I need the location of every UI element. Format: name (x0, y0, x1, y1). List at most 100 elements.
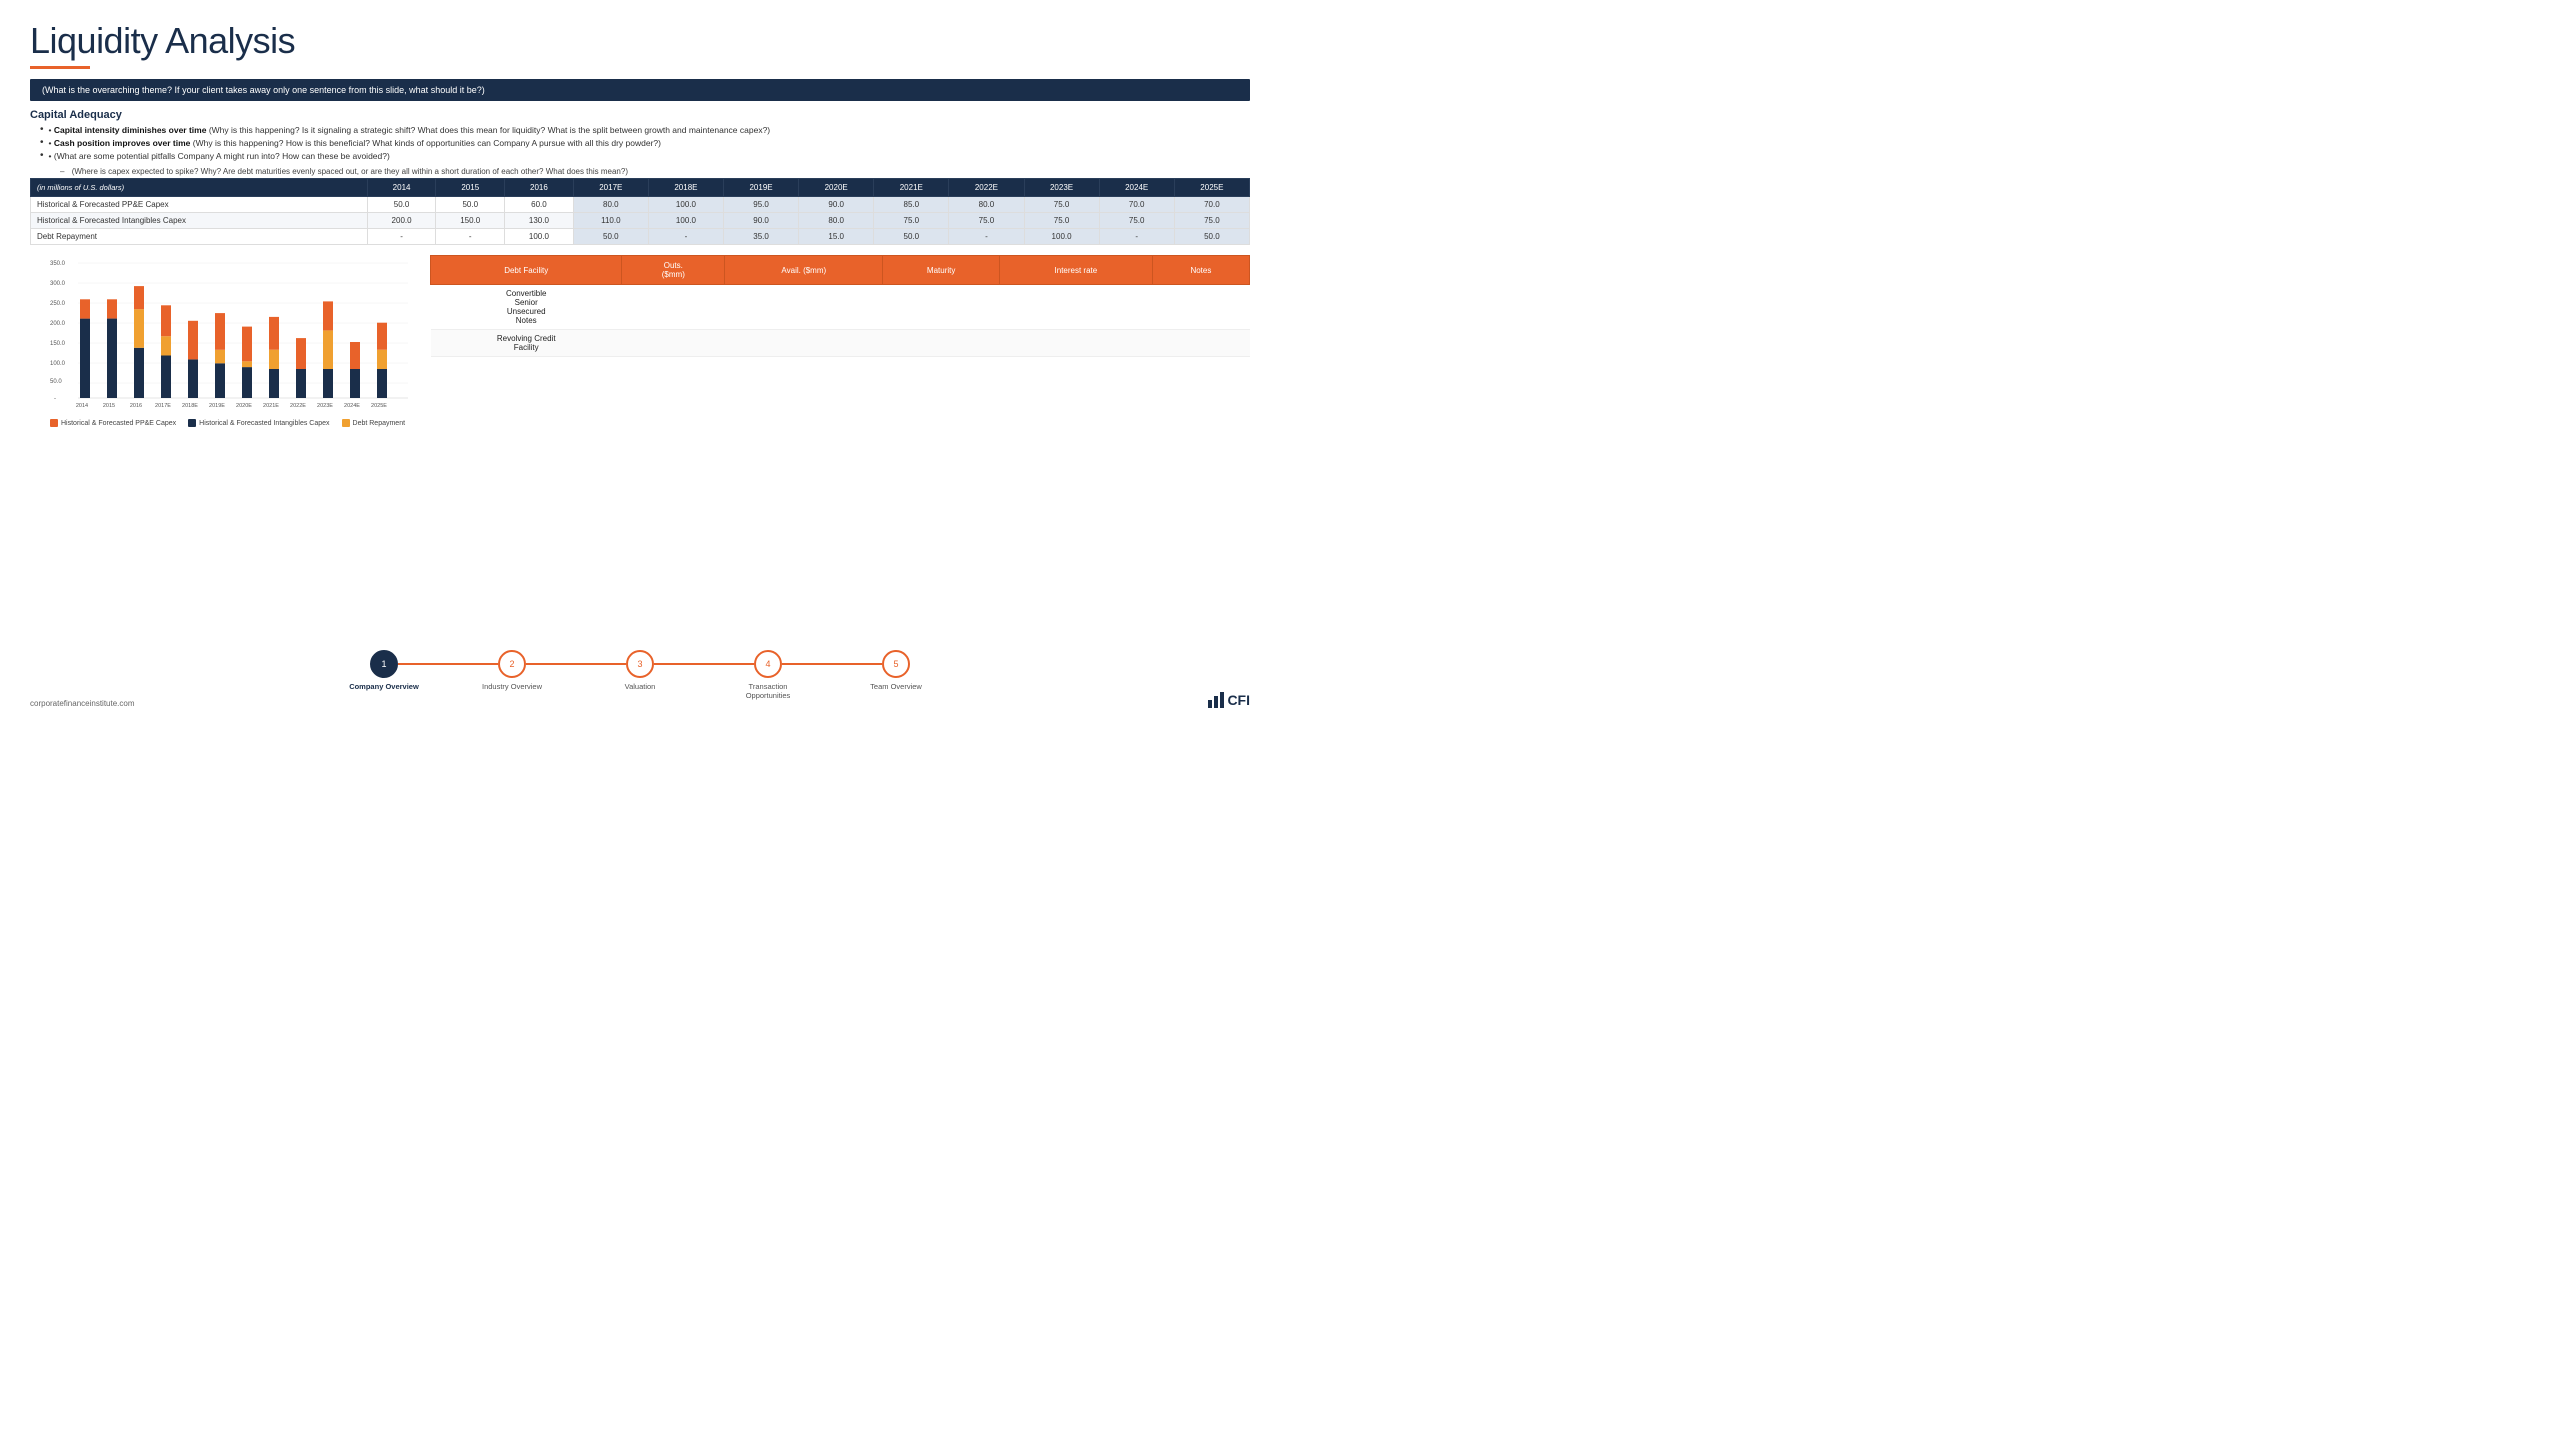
table-header-2018E: 2018E (648, 179, 723, 197)
table-header-2024E: 2024E (1099, 179, 1174, 197)
table-cell: 100.0 (505, 229, 574, 245)
cfi-bar-1 (1208, 700, 1212, 708)
table-cell-label: Debt Repayment (31, 229, 368, 245)
svg-text:2015: 2015 (103, 403, 115, 409)
timeline-label-5: Team Overview (832, 682, 960, 700)
debt-avail-1 (725, 285, 883, 330)
svg-text:2022E: 2022E (290, 403, 306, 409)
table-cell: 150.0 (436, 213, 505, 229)
table-cell: 95.0 (724, 197, 799, 213)
debt-header-facility: Debt Facility (431, 256, 622, 285)
table-header-2017E: 2017E (573, 179, 648, 197)
timeline-circle-5[interactable]: 5 (882, 650, 910, 678)
table-cell: - (367, 229, 436, 245)
debt-rate-1 (999, 285, 1152, 330)
table-header-2019E: 2019E (724, 179, 799, 197)
timeline-circle-1[interactable]: 1 (370, 650, 398, 678)
table-header-2015: 2015 (436, 179, 505, 197)
table-cell: 75.0 (1024, 197, 1099, 213)
debt-section: Debt Facility Outs.($mm) Avail. ($mm) Ma… (430, 255, 1250, 427)
debt-notes-2 (1152, 330, 1249, 357)
svg-text:200.0: 200.0 (50, 321, 66, 327)
debt-rate-2 (999, 330, 1152, 357)
timeline-step-5: 5 (882, 650, 910, 678)
debt-header-maturity: Maturity (883, 256, 999, 285)
facility-name-1: ConvertibleSeniorUnsecuredNotes (431, 285, 622, 330)
table-header-label: (in millions of U.S. dollars) (31, 179, 368, 197)
footer: corporatefinanceinstitute.com (30, 699, 135, 708)
table-cell: - (648, 229, 723, 245)
svg-text:2018E: 2018E (182, 403, 198, 409)
debt-maturity-1 (883, 285, 999, 330)
table-cell-label: Historical & Forecasted Intangibles Cape… (31, 213, 368, 229)
table-header-2014: 2014 (367, 179, 436, 197)
bullet-item-2: • Cash position improves over time (Why … (40, 138, 1250, 148)
svg-text:2016: 2016 (130, 403, 142, 409)
debt-notes-1 (1152, 285, 1249, 330)
debt-header-avail: Avail. ($mm) (725, 256, 883, 285)
table-cell: 100.0 (648, 197, 723, 213)
timeline-circle-2[interactable]: 2 (498, 650, 526, 678)
table-cell: 75.0 (874, 213, 949, 229)
table-cell: - (949, 229, 1024, 245)
timeline-labels: Company Overview Industry Overview Valua… (320, 682, 960, 700)
table-cell: 35.0 (724, 229, 799, 245)
svg-text:150.0: 150.0 (50, 341, 66, 347)
debt-header-notes: Notes (1152, 256, 1249, 285)
timeline-label-4: TransactionOpportunities (704, 682, 832, 700)
debt-avail-2 (725, 330, 883, 357)
sub-bullet-item-1: (Where is capex expected to spike? Why? … (60, 167, 1250, 176)
timeline-line-2 (526, 663, 626, 665)
bullet-item-3: • (What are some potential pitfalls Comp… (40, 151, 1250, 161)
table-cell: 80.0 (799, 213, 874, 229)
svg-text:2019E: 2019E (209, 403, 225, 409)
svg-text:350.0: 350.0 (50, 261, 66, 267)
svg-text:250.0: 250.0 (50, 301, 66, 307)
table-cell: 75.0 (1099, 213, 1174, 229)
table-cell: 70.0 (1099, 197, 1174, 213)
table-cell: 50.0 (573, 229, 648, 245)
table-cell: 110.0 (573, 213, 648, 229)
table-header-2021E: 2021E (874, 179, 949, 197)
timeline-step-3: 3 (626, 650, 654, 678)
timeline-circle-3[interactable]: 3 (626, 650, 654, 678)
table-cell: 15.0 (799, 229, 874, 245)
chart-legend: Historical & Forecasted PP&E Capex Histo… (50, 419, 410, 427)
debt-outs-2 (622, 330, 725, 357)
table-row: Historical & Forecasted PP&E Capex50.050… (31, 197, 1250, 213)
table-cell: 100.0 (1024, 229, 1099, 245)
table-cell: 200.0 (367, 213, 436, 229)
table-row: Debt Repayment--100.050.0-35.015.050.0-1… (31, 229, 1250, 245)
legend-color-intang (188, 419, 196, 427)
svg-text:2024E: 2024E (344, 403, 360, 409)
section-title: Capital Adequacy (30, 109, 1250, 121)
timeline-circle-4[interactable]: 4 (754, 650, 782, 678)
svg-text:-: - (54, 396, 56, 402)
table-cell: 75.0 (1174, 213, 1249, 229)
chart-container: 350.0 300.0 250.0 200.0 150.0 100.0 50.0… (30, 255, 410, 415)
facility-name-2: Revolving CreditFacility (431, 330, 622, 357)
svg-text:2021E: 2021E (263, 403, 279, 409)
bullet-list: • Capital intensity diminishes over time… (40, 125, 1250, 161)
table-header-2016: 2016 (505, 179, 574, 197)
table-header-2023E: 2023E (1024, 179, 1099, 197)
table-cell: 75.0 (949, 213, 1024, 229)
table-cell: - (1099, 229, 1174, 245)
cfi-text: CFI (1227, 692, 1250, 708)
timeline-label-2: Industry Overview (448, 682, 576, 700)
debt-header-rate: Interest rate (999, 256, 1152, 285)
table-row: Historical & Forecasted Intangibles Cape… (31, 213, 1250, 229)
legend-debt: Debt Repayment (342, 419, 406, 427)
table-header-2025E: 2025E (1174, 179, 1249, 197)
timeline-line-4 (782, 663, 882, 665)
table-header-2022E: 2022E (949, 179, 1024, 197)
table-cell: 70.0 (1174, 197, 1249, 213)
timeline-step-1: 1 (370, 650, 398, 678)
cfi-bars (1208, 692, 1224, 708)
sub-bullet-list: (Where is capex expected to spike? Why? … (60, 167, 1250, 176)
cfi-logo: CFI (1208, 692, 1250, 708)
legend-color-debt (342, 419, 350, 427)
bottom-section: 350.0 300.0 250.0 200.0 150.0 100.0 50.0… (30, 255, 1250, 427)
debt-row-2: Revolving CreditFacility (431, 330, 1250, 357)
table-cell: - (436, 229, 505, 245)
